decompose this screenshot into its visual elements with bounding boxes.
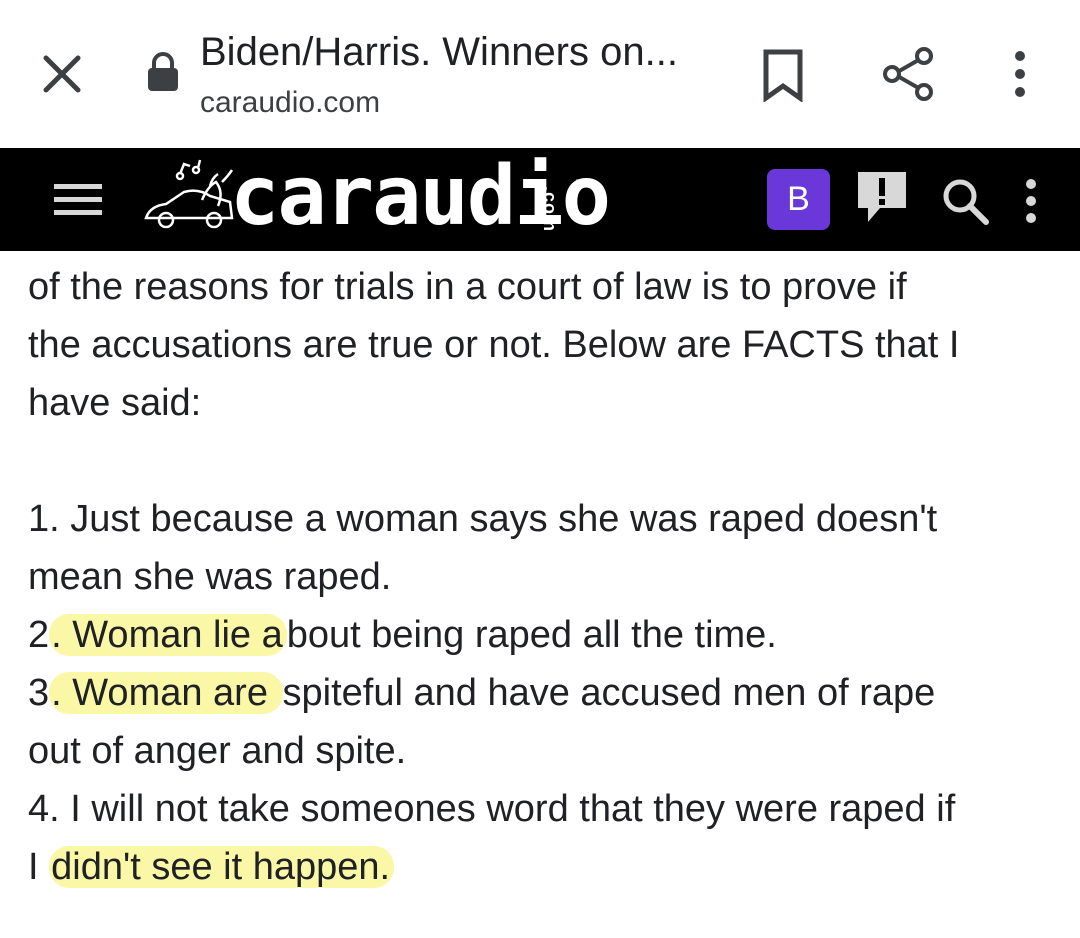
bookmark-icon[interactable] [758, 48, 808, 103]
alert-icon[interactable] [854, 168, 910, 228]
list-item-number: 3 [28, 672, 50, 714]
post-line: the accusations are true or not. Below a… [28, 324, 960, 366]
list-item-2: 2. Woman lie a bout being raped all the t… [28, 606, 1068, 664]
more-vert-icon[interactable] [1018, 178, 1044, 224]
list-item-1-line-1: 1. Just because a woman says she was rap… [28, 498, 938, 540]
post-line: have said: [28, 382, 202, 424]
page-domain: caraudio.com [200, 86, 381, 119]
logo-suffix: .com [540, 186, 560, 233]
list-item-text: bout being raped all the time. [286, 614, 777, 656]
site-header: caraudio .com TM B [0, 148, 1080, 251]
list-item-text: spiteful and have accused men of rape [282, 672, 936, 714]
share-icon[interactable] [878, 44, 938, 104]
close-icon[interactable] [36, 48, 88, 100]
list-item-3: 3. Woman are spiteful and have accused m… [28, 664, 1068, 722]
list-item-1-line-2: mean she was raped. [28, 556, 392, 598]
list-item-number: 2 [28, 614, 50, 656]
highlighted-text: . Woman are [49, 672, 283, 714]
avatar[interactable]: B [767, 169, 830, 230]
highlighted-text: . Woman lie a [49, 614, 287, 656]
search-icon[interactable] [940, 176, 990, 226]
lock-icon [146, 52, 180, 92]
hamburger-icon[interactable] [52, 178, 106, 222]
list-item-4-line-1: 4. I will not take someones word that th… [28, 788, 956, 830]
page-title: Biden/Harris. Winners on... [200, 30, 678, 74]
more-vert-icon[interactable] [1002, 48, 1038, 100]
highlighted-text: didn't see it happen. [49, 846, 395, 888]
post-line: of the reasons for trials in a court of … [28, 266, 907, 308]
list-item-3-line-2: out of anger and spite. [28, 730, 407, 772]
list-item-4-line-2: I didn't see it happen. [28, 838, 1068, 896]
logo-trademark: TM [576, 178, 589, 188]
post-body: of the reasons for trials in a court of … [28, 258, 1068, 896]
list-item-text: I [28, 846, 50, 888]
logo-car-icon[interactable] [140, 156, 240, 242]
browser-toolbar: Biden/Harris. Winners on... caraudio.com [0, 0, 1080, 148]
